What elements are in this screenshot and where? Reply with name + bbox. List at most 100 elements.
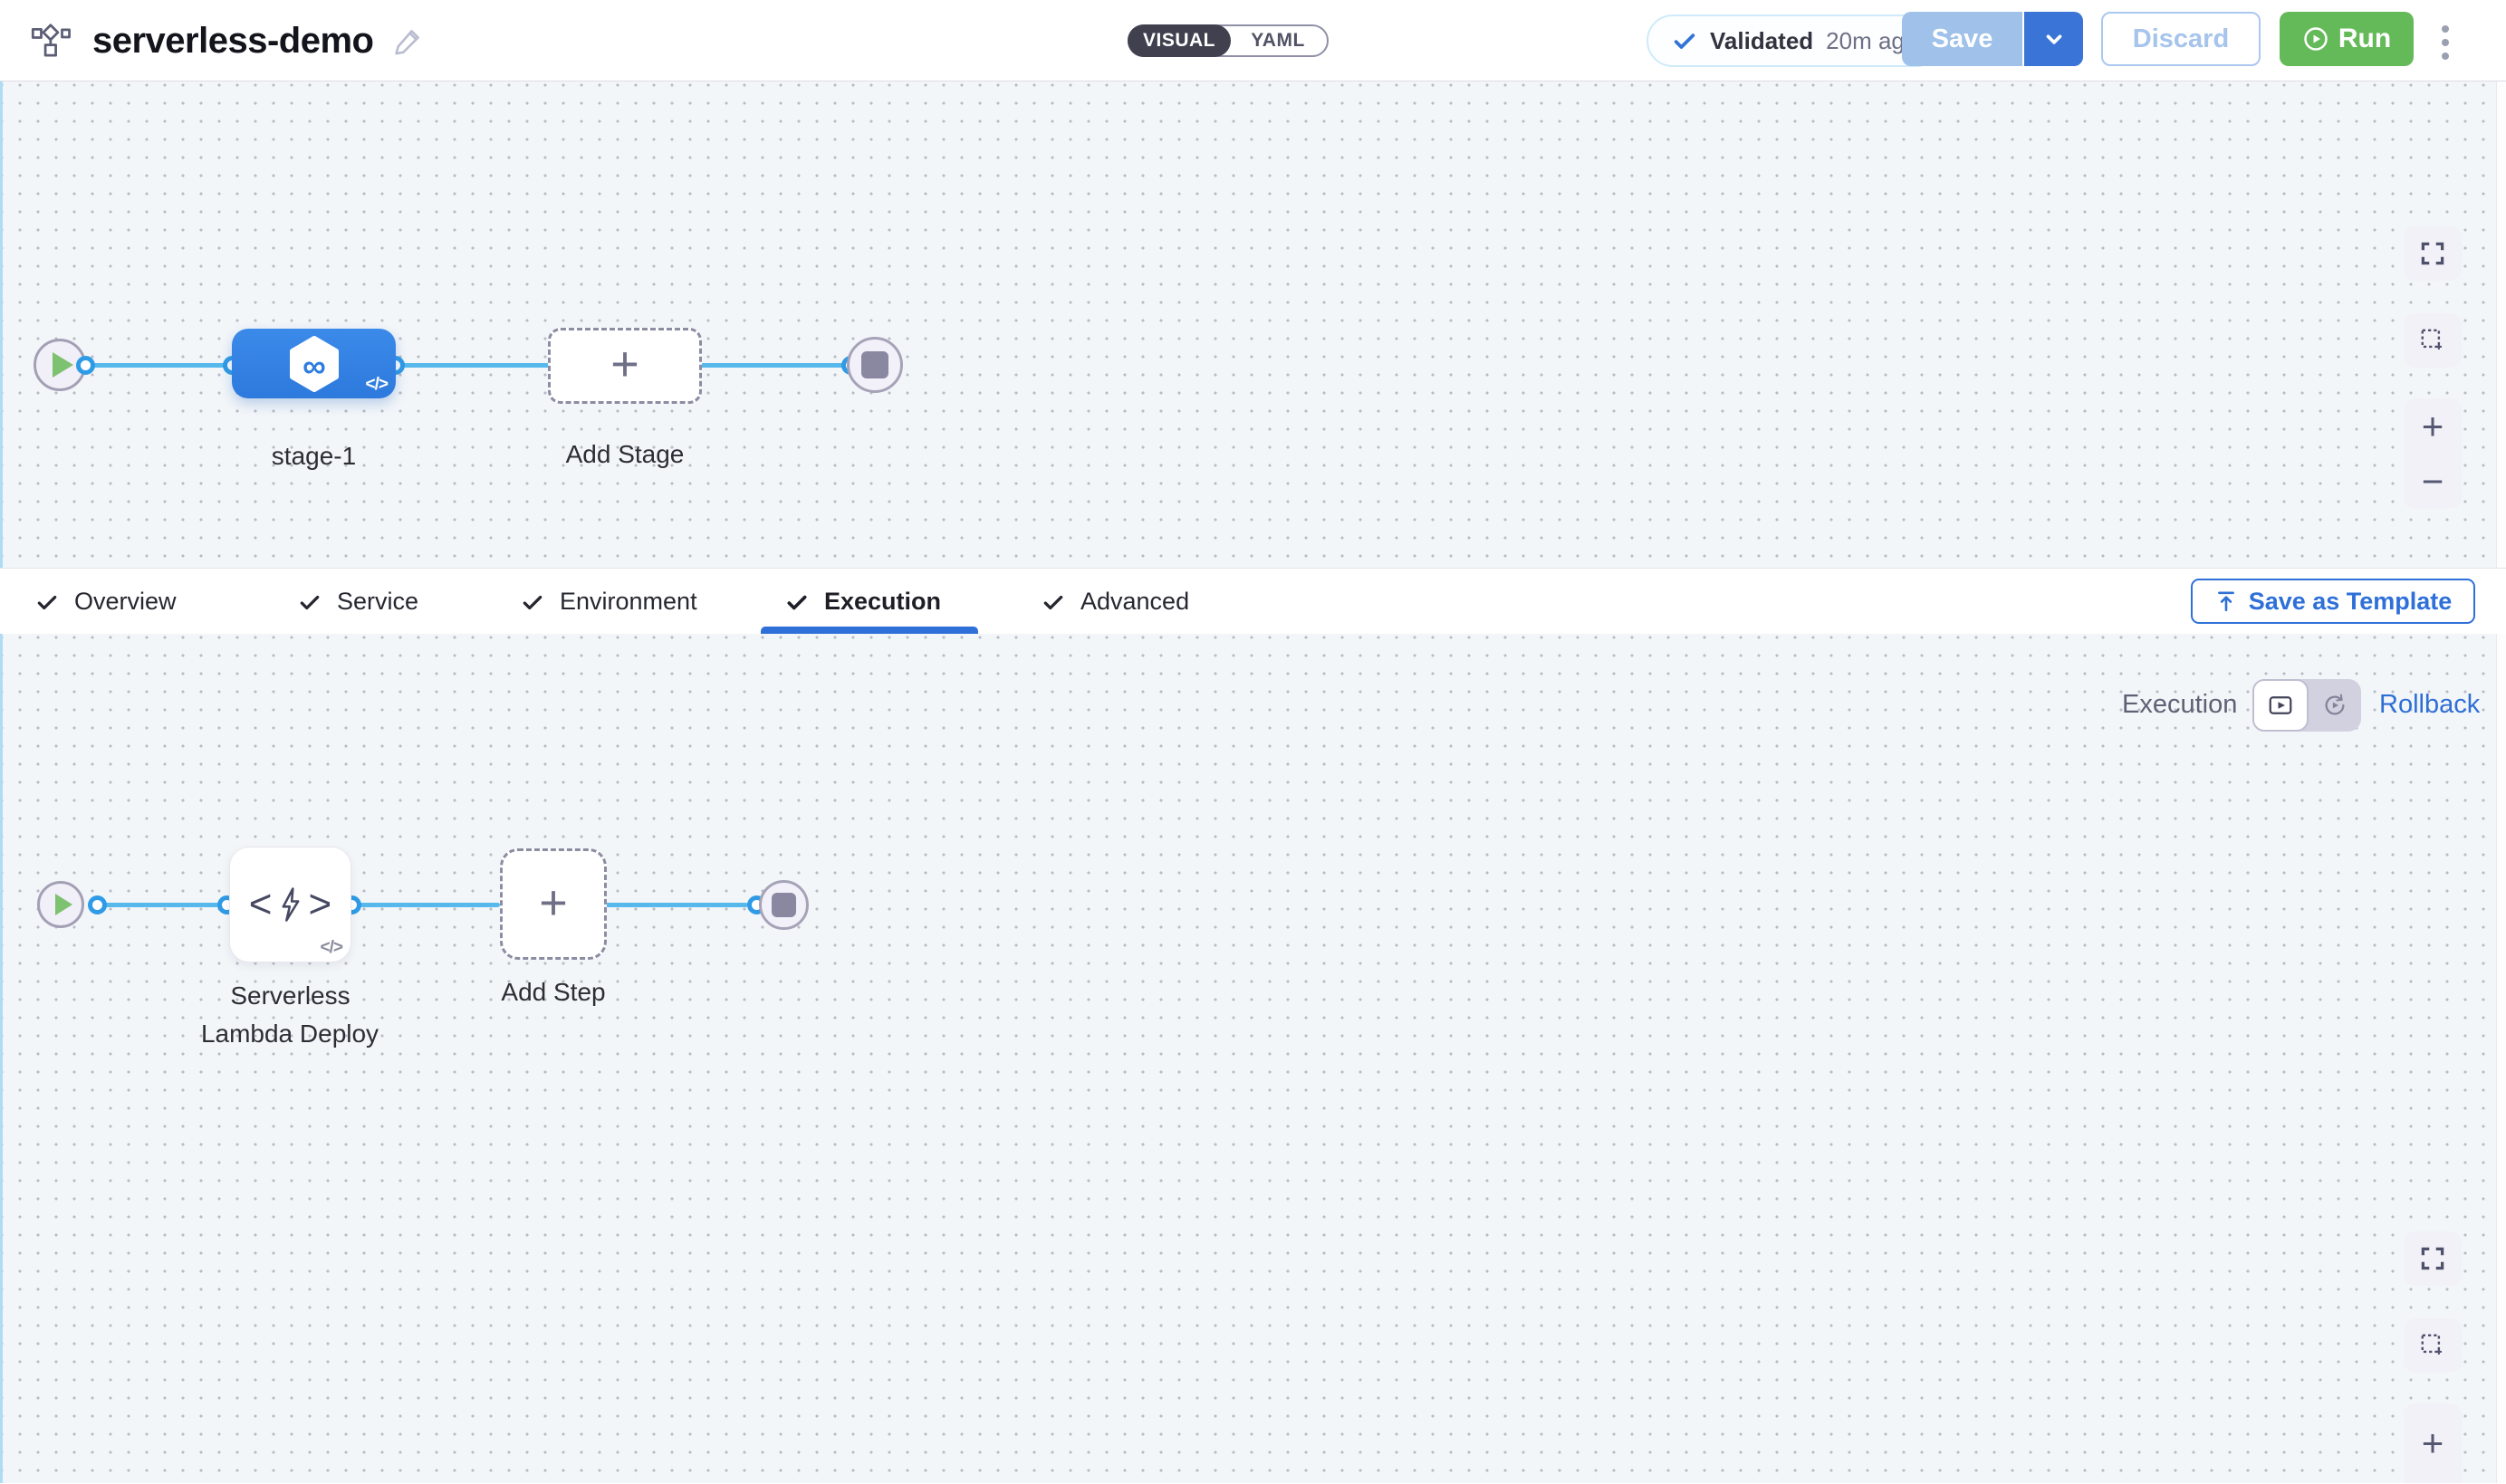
- code-view-icon[interactable]: </>: [366, 375, 388, 395]
- save-button[interactable]: Save: [1902, 12, 2024, 66]
- stop-icon: [861, 351, 888, 378]
- edit-pencil-icon[interactable]: [393, 25, 424, 56]
- plus-icon: +: [610, 340, 639, 388]
- stage-name-label: stage-1: [232, 442, 396, 471]
- check-icon: [521, 590, 544, 614]
- save-as-template-label: Save as Template: [2249, 588, 2453, 616]
- top-bar: serverless-demo VISUAL YAML Validated 20…: [0, 0, 2506, 81]
- rollback-view-icon: [2321, 692, 2348, 719]
- zoom-in-button[interactable]: +: [2422, 407, 2444, 445]
- check-icon: [785, 590, 809, 614]
- tab-environment[interactable]: Environment: [521, 569, 697, 635]
- run-label: Run: [2338, 24, 2391, 54]
- zoom-out-button[interactable]: −: [2422, 463, 2444, 501]
- add-stage-label: Add Stage: [548, 440, 702, 469]
- stage-config-tabs: Overview Service Environment Execution A…: [0, 568, 2506, 634]
- save-options-button[interactable]: [2024, 12, 2083, 66]
- deploy-hexagon-icon: ∞: [288, 336, 341, 392]
- validated-label: Validated: [1710, 27, 1813, 55]
- add-step-button[interactable]: +: [500, 848, 607, 960]
- run-button[interactable]: Run: [2280, 12, 2414, 66]
- execution-view-button[interactable]: [2252, 679, 2309, 732]
- left-bracket-icon: <: [249, 882, 273, 927]
- selection-box-icon: [2419, 1332, 2446, 1359]
- zoom-control: + −: [2404, 398, 2462, 509]
- svg-text:∞: ∞: [302, 347, 326, 384]
- tab-label: Overview: [74, 588, 177, 616]
- connector-line: [699, 363, 851, 368]
- kebab-dot: [2442, 25, 2449, 33]
- zoom-in-button[interactable]: +: [2422, 1424, 2444, 1462]
- add-stage-button[interactable]: +: [548, 328, 702, 404]
- play-icon: [53, 352, 73, 378]
- check-icon: [298, 590, 322, 614]
- run-play-icon: [2302, 25, 2329, 53]
- execution-rollback-switch: [2252, 679, 2361, 732]
- tab-execution[interactable]: Execution: [785, 569, 941, 635]
- pipeline-icon: [31, 23, 72, 59]
- lightning-bolt-icon: [278, 886, 303, 923]
- play-icon: [55, 894, 72, 915]
- check-icon: [1042, 590, 1065, 614]
- scrollbar-track[interactable]: [2496, 81, 2506, 568]
- stage-canvas: ∞ </> + stage-1 Add Stage + −: [0, 81, 2506, 568]
- tab-label: Service: [337, 588, 418, 616]
- fullscreen-icon: [2419, 240, 2446, 267]
- canvas-left-edge: [0, 634, 3, 1483]
- rollback-view-button[interactable]: [2309, 679, 2361, 732]
- save-split-button: Save: [1902, 12, 2083, 66]
- connector-line: [86, 363, 234, 368]
- fullscreen-icon: [2419, 1245, 2446, 1272]
- toggle-yaml[interactable]: YAML: [1229, 26, 1327, 55]
- plus-icon: +: [539, 878, 568, 927]
- page-title: serverless-demo: [92, 21, 373, 62]
- canvas-left-edge: [0, 81, 3, 568]
- zoom-control: + −: [2404, 1403, 2462, 1483]
- connector-line: [395, 363, 551, 368]
- connector-line: [605, 903, 748, 907]
- add-step-label: Add Step: [500, 978, 607, 1007]
- selection-box-icon: [2419, 327, 2446, 354]
- active-tab-indicator: [761, 627, 978, 634]
- tab-label: Execution: [824, 588, 941, 616]
- stop-icon: [772, 893, 796, 917]
- stage-node-stage-1[interactable]: ∞ </>: [232, 329, 396, 398]
- more-options-button[interactable]: [2429, 24, 2462, 61]
- discard-button[interactable]: Discard: [2101, 12, 2261, 66]
- save-as-template-button[interactable]: Save as Template: [2191, 579, 2475, 624]
- execution-view-icon: [2267, 692, 2294, 719]
- kebab-dot: [2442, 39, 2449, 46]
- tab-overview[interactable]: Overview: [35, 569, 177, 635]
- pipeline-end-node[interactable]: [847, 337, 903, 393]
- connector-port[interactable]: [76, 356, 95, 375]
- kebab-dot: [2442, 53, 2449, 60]
- tab-label: Advanced: [1080, 588, 1189, 616]
- scrollbar-track[interactable]: [2496, 634, 2506, 1483]
- fit-to-screen-button[interactable]: [2404, 1231, 2462, 1286]
- upload-icon: [2214, 589, 2238, 613]
- check-icon: [35, 590, 59, 614]
- execution-start-node[interactable]: [37, 881, 84, 928]
- tab-advanced[interactable]: Advanced: [1042, 569, 1189, 635]
- tab-service[interactable]: Service: [298, 569, 418, 635]
- connector-line: [352, 903, 500, 907]
- step-node-serverless-lambda-deploy[interactable]: < > </>: [229, 847, 351, 962]
- rollback-link[interactable]: Rollback: [2379, 690, 2480, 720]
- step-name-line1: Serverless: [229, 981, 351, 1010]
- fit-to-screen-button[interactable]: [2404, 226, 2462, 281]
- toggle-visual[interactable]: VISUAL: [1128, 24, 1231, 57]
- validated-badge[interactable]: Validated 20m ago: [1647, 14, 1943, 67]
- execution-end-node[interactable]: [759, 880, 809, 930]
- code-view-icon[interactable]: </>: [321, 938, 342, 958]
- step-name-line2: Lambda Deploy: [172, 1020, 408, 1048]
- visual-yaml-toggle: VISUAL YAML: [1128, 24, 1329, 57]
- connector-port[interactable]: [88, 895, 107, 914]
- tab-label: Environment: [560, 588, 697, 616]
- right-bracket-icon: >: [309, 882, 332, 927]
- validated-check-icon: [1672, 28, 1697, 53]
- connector-line: [98, 903, 228, 907]
- execution-panel-label: Execution: [2122, 690, 2237, 720]
- zoom-out-button[interactable]: −: [2422, 1470, 2444, 1484]
- multi-select-button[interactable]: [2404, 313, 2462, 368]
- multi-select-button[interactable]: [2404, 1318, 2462, 1373]
